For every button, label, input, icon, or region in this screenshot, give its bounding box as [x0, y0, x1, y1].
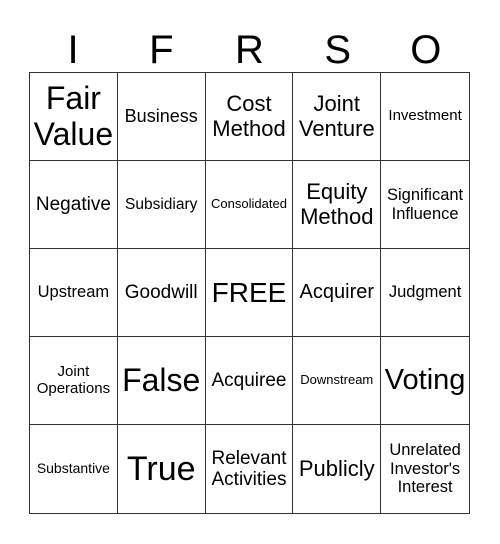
bingo-cell[interactable]: Publicly: [293, 425, 382, 513]
bingo-cell[interactable]: Substantive: [30, 425, 118, 513]
bingo-cell[interactable]: Judgment: [381, 249, 469, 337]
bingo-cell[interactable]: False: [117, 337, 206, 425]
bingo-cell[interactable]: Negative: [30, 161, 118, 249]
free-space[interactable]: FREE: [205, 249, 294, 337]
bingo-cell[interactable]: Voting: [381, 337, 469, 425]
bingo-cell[interactable]: Goodwill: [117, 249, 206, 337]
bingo-cell[interactable]: Acquiree: [205, 337, 294, 425]
bingo-cell[interactable]: Fair Value: [30, 73, 118, 161]
bingo-header: I F R S O: [29, 28, 470, 72]
bingo-cell[interactable]: Investment: [381, 73, 469, 161]
bingo-cell[interactable]: Relevant Activities: [206, 425, 294, 513]
bingo-cell[interactable]: Cost Method: [205, 73, 294, 161]
header-letter: O: [410, 28, 442, 72]
bingo-cell[interactable]: Acquirer: [293, 249, 382, 337]
bingo-cell[interactable]: Consolidated: [205, 161, 294, 249]
header-letter: I: [67, 28, 79, 72]
bingo-cell[interactable]: True: [118, 425, 206, 513]
bingo-cell[interactable]: Joint Operations: [30, 337, 118, 425]
bingo-cell[interactable]: Business: [117, 73, 206, 161]
bingo-grid: Fair Value Business Cost Method Joint Ve…: [29, 72, 470, 514]
bingo-cell[interactable]: Unrelated Investor's Interest: [381, 425, 469, 513]
bingo-cell[interactable]: Equity Method: [293, 161, 382, 249]
header-letter: S: [324, 28, 351, 72]
bingo-cell[interactable]: Subsidiary: [117, 161, 206, 249]
bingo-cell[interactable]: Upstream: [30, 249, 118, 337]
header-letter: R: [235, 28, 264, 72]
header-letter: F: [149, 28, 174, 72]
bingo-cell[interactable]: Significant Influence: [381, 161, 469, 249]
bingo-cell[interactable]: Downstream: [293, 337, 382, 425]
bingo-cell[interactable]: Joint Venture: [293, 73, 382, 161]
